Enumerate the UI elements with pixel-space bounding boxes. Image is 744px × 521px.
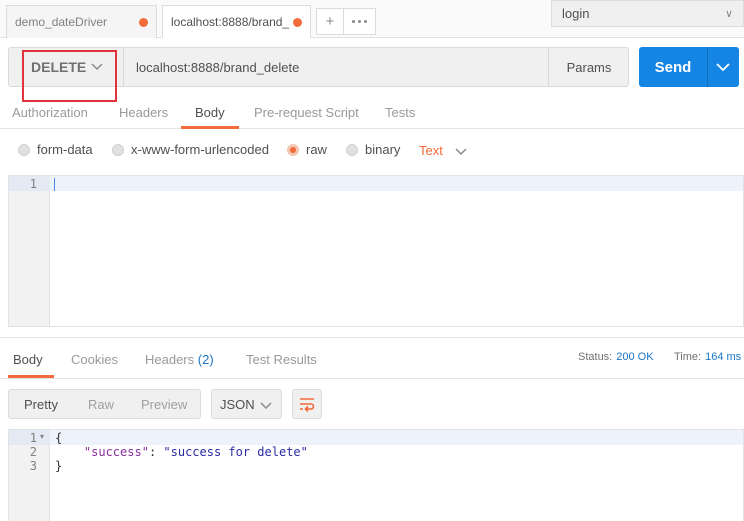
radio-off-icon [18, 143, 30, 156]
request-tab-label: localhost:8888/brand_ [171, 15, 290, 29]
code-line: } [55, 459, 63, 473]
params-button[interactable]: Params [548, 48, 629, 86]
response-view-modes: Pretty Raw Preview [8, 389, 201, 419]
text-caret [54, 178, 55, 191]
time-label: Time: [674, 351, 702, 363]
radio-off-icon [112, 143, 124, 156]
headers-count-badge: (2) [197, 352, 214, 367]
code-line: "success": "success for delete" [55, 445, 308, 459]
tab-authorization[interactable]: Authorization [12, 96, 88, 129]
request-tab-active[interactable]: localhost:8888/brand_ [162, 5, 311, 38]
response-tabs-border [0, 378, 744, 379]
body-type-options: form-data x-www-form-urlencoded raw bina… [0, 136, 744, 164]
line-number: 2 [29, 445, 37, 459]
response-status: Status: 200 OK [578, 351, 654, 363]
fold-arrow-icon[interactable]: ▾ [40, 432, 44, 441]
response-tab-body[interactable]: Body [13, 352, 43, 367]
response-format-select[interactable]: JSON [211, 389, 282, 419]
method-highlight-annotation [22, 50, 117, 102]
radio-on-icon [287, 143, 299, 156]
tab-body[interactable]: Body [195, 96, 225, 129]
tab-pre-request-script[interactable]: Pre-request Script [254, 96, 359, 129]
chevron-down-icon[interactable] [715, 59, 731, 75]
radio-form-data[interactable]: form-data [18, 142, 93, 157]
send-button-label: Send [654, 58, 692, 76]
tab-tests[interactable]: Tests [385, 96, 415, 129]
unsaved-dot-icon [139, 17, 148, 27]
active-tab-indicator [181, 126, 239, 129]
pane-divider[interactable] [0, 337, 744, 338]
response-tab-headers[interactable]: Headers (2) [145, 352, 214, 367]
json-colon: : [148, 445, 164, 459]
new-tab-button[interactable]: + [316, 8, 344, 35]
code-line: { [55, 431, 63, 445]
line-number: 1 [29, 177, 37, 191]
plus-icon: + [325, 13, 335, 30]
wrap-text-icon [300, 398, 315, 412]
radio-binary[interactable]: binary [346, 142, 400, 157]
editor-gutter [9, 176, 50, 326]
response-tab-test-results[interactable]: Test Results [246, 352, 317, 367]
radio-label: raw [306, 142, 327, 157]
radio-raw[interactable]: raw [287, 142, 327, 157]
content-type-label: Text [419, 143, 443, 158]
view-preview-button[interactable]: Preview [141, 397, 187, 412]
view-raw-button[interactable]: Raw [88, 397, 114, 412]
json-value: "success for delete" [163, 445, 308, 459]
tab-headers[interactable]: Headers [119, 96, 168, 129]
response-format-label: JSON [220, 396, 255, 412]
request-body-editor[interactable]: 1 [8, 175, 744, 327]
line-number: 3 [29, 459, 37, 473]
ellipsis-dot-icon [364, 20, 367, 23]
wrap-lines-button[interactable] [292, 389, 322, 419]
view-pretty-button[interactable]: Pretty [24, 397, 58, 412]
unsaved-dot-icon [293, 17, 302, 27]
radio-off-icon [346, 143, 358, 156]
ellipsis-dot-icon [352, 20, 355, 23]
response-tab-headers-label: Headers [145, 352, 195, 367]
content-type-select[interactable]: Text [419, 143, 467, 158]
radio-label: form-data [37, 142, 93, 157]
active-line-highlight [50, 176, 743, 191]
active-line-highlight [50, 430, 743, 445]
response-body-viewer[interactable]: 1 ▾ 2 3 { "success": "success for delete… [8, 429, 744, 521]
status-label: Status: [578, 351, 613, 363]
chevron-down-icon [260, 402, 272, 410]
radio-urlencoded[interactable]: x-www-form-urlencoded [112, 142, 269, 157]
radio-label: binary [365, 142, 401, 157]
time-value: 164 ms [705, 351, 742, 363]
status-value: 200 OK [616, 351, 654, 363]
url-input[interactable]: localhost:8888/brand_delete [125, 48, 547, 86]
request-section-tabs: Authorization Headers Body Pre-request S… [0, 96, 744, 129]
response-time: Time: 164 ms [674, 351, 741, 363]
chevron-down-icon: ∨ [724, 8, 733, 20]
json-key: "success" [83, 445, 149, 459]
response-tab-cookies[interactable]: Cookies [71, 352, 118, 367]
ellipsis-dot-icon [358, 20, 361, 23]
environment-select[interactable]: login ∨ [551, 0, 744, 27]
request-tab[interactable]: demo_dateDriver [6, 5, 157, 38]
send-divider [707, 47, 708, 87]
send-button[interactable]: Send [639, 47, 739, 87]
environment-select-label: login [562, 6, 590, 21]
request-tab-label: demo_dateDriver [15, 15, 108, 29]
chevron-down-icon [455, 147, 467, 155]
more-tabs-button[interactable] [344, 8, 376, 35]
radio-label: x-www-form-urlencoded [131, 142, 269, 157]
line-number: 1 [29, 431, 37, 445]
